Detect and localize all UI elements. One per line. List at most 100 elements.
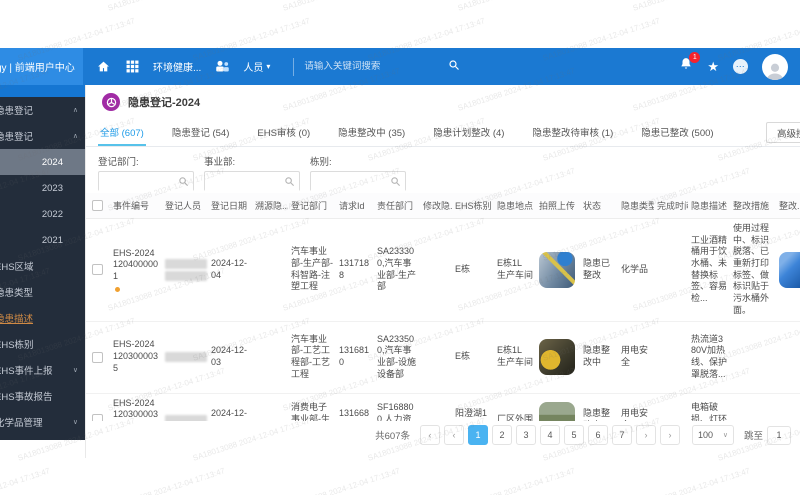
column-header-责任部门: 责任部门 bbox=[374, 193, 420, 219]
table-row[interactable]: EHS-20241204000001 2024-12-04 汽车事业部-生产部-科智… bbox=[86, 218, 800, 322]
home-icon[interactable] bbox=[95, 59, 111, 75]
status-tabs: 全部 (607) 隐患登记 (54) EHS审核 (0) 隐患整改中 (35) 隐患计划… bbox=[86, 119, 800, 147]
portal-logo: gy | 前端用户中心 bbox=[0, 48, 83, 85]
sidebar-item-label: 2021 bbox=[41, 234, 63, 246]
column-header-登记人员: 登记人员 bbox=[162, 193, 208, 219]
user-avatar[interactable] bbox=[762, 53, 788, 80]
row-checkbox[interactable] bbox=[92, 414, 103, 421]
pagination-prev-jump[interactable]: ‹ bbox=[419, 425, 440, 445]
event-number: EHS-20241203000035 bbox=[113, 339, 159, 373]
people-menu[interactable]: 人员 ▾ bbox=[243, 59, 270, 74]
sidebar-item-2021[interactable]: 2021 bbox=[0, 227, 85, 253]
sidebar-item-2022[interactable]: 2022 bbox=[0, 201, 85, 227]
hazard-photo-thumbnail[interactable] bbox=[539, 339, 575, 375]
sidebar-item-EHS事故报告[interactable]: EHS事故报告 bbox=[0, 383, 85, 409]
sidebar-item-隐患描述[interactable]: 隐患描述 bbox=[0, 305, 85, 331]
filter-label: 栋别: bbox=[310, 157, 332, 168]
cell-building: E栋 bbox=[452, 321, 494, 394]
app-name[interactable]: 环境健康... bbox=[153, 59, 201, 74]
sidebar-item-化学品管理[interactable]: 化学品管理 ∨ bbox=[0, 409, 85, 435]
cell-event_no: EHS-20241203000035 bbox=[110, 321, 162, 394]
sidebar-item-label: 隐患登记 bbox=[0, 132, 34, 143]
pagination-page-3[interactable]: 3 bbox=[515, 425, 536, 445]
cell-date: 2024-12-04 bbox=[208, 218, 252, 322]
select-all-checkbox[interactable] bbox=[92, 200, 103, 211]
tab-EHS审核 (0)[interactable]: EHS审核 (0) bbox=[255, 119, 312, 146]
row-checkbox-cell bbox=[86, 218, 110, 322]
pagination-next-jump[interactable]: › bbox=[659, 425, 680, 445]
row-checkbox-cell bbox=[86, 321, 110, 394]
column-header-溯源隐...: 溯源隐... bbox=[252, 193, 288, 219]
tab-隐患整改待审核 (1)[interactable]: 隐患整改待审核 (1) bbox=[530, 119, 615, 146]
org-people-icon[interactable] bbox=[214, 59, 230, 75]
watermark-text: SA18013088 2024-12-04 17:13:47 bbox=[631, 466, 752, 495]
advanced-search-button[interactable]: 高级搜索 bbox=[765, 122, 800, 143]
cell-location: E栋1L 生产车间 bbox=[494, 218, 536, 322]
table-row[interactable]: EHS-20241203000035 2024-12-03 汽车事业部-工艺工程部-… bbox=[86, 321, 800, 394]
column-header-登记部门: 登记部门 bbox=[288, 193, 336, 219]
tab-隐患已整改 (500)[interactable]: 隐患已整改 (500) bbox=[639, 119, 715, 146]
cell-type: 用电安全 bbox=[618, 393, 654, 421]
pagination-page-6[interactable]: 6 bbox=[587, 425, 608, 445]
sidebar-item-EHS事件上报[interactable]: EHS事件上报 ∨ bbox=[0, 357, 85, 383]
redacted-name bbox=[165, 352, 207, 362]
sidebar-item-2024[interactable]: 2024 bbox=[0, 149, 85, 175]
notifications-bell-icon[interactable]: 1 bbox=[679, 52, 701, 76]
cell-finish bbox=[654, 321, 688, 394]
cell-resp_dept: SA233500,汽车事业部-设施设备部 bbox=[374, 321, 420, 394]
tab-隐患登记 (54)[interactable]: 隐患登记 (54) bbox=[170, 119, 232, 146]
more-options-icon[interactable]: ⋯ bbox=[733, 59, 748, 74]
search-icon bbox=[285, 177, 295, 187]
tab-隐患计划整改 (4)[interactable]: 隐患计划整改 (4) bbox=[431, 119, 506, 146]
search-icon[interactable] bbox=[448, 58, 460, 76]
header-checkbox-cell bbox=[86, 193, 110, 219]
cell-desc: 工业酒精桶用于饮水桶、未替换标签、容易检... bbox=[688, 218, 730, 322]
redacted-name bbox=[165, 270, 207, 281]
pagination-prev[interactable]: ‹ bbox=[443, 425, 464, 445]
sidebar-item-label: 2022 bbox=[41, 208, 63, 220]
pagination-page-4[interactable]: 4 bbox=[539, 425, 560, 445]
search-input[interactable] bbox=[304, 61, 435, 72]
sidebar-item-EHS栋别[interactable]: EHS栋别 bbox=[0, 331, 85, 357]
cell-location: E栋1L 生产车间 bbox=[494, 321, 536, 394]
favorite-star-icon[interactable]: ★ bbox=[707, 60, 719, 73]
column-header-状态: 状态 bbox=[580, 193, 618, 219]
cell-building: 阳澄湖1F bbox=[452, 393, 494, 421]
tab-隐患整改中 (35)[interactable]: 隐患整改中 (35) bbox=[336, 119, 407, 146]
pagination-page-7[interactable]: 7 bbox=[611, 425, 632, 445]
cell-event_no: EHS-20241204000001 bbox=[110, 218, 162, 322]
hazard-photo-thumbnail[interactable] bbox=[539, 401, 575, 421]
apps-grid-icon[interactable] bbox=[124, 59, 140, 75]
cell-location: 厂区外围 bbox=[494, 393, 536, 421]
cell-measure bbox=[730, 393, 776, 421]
pagination-page-1[interactable]: 1 bbox=[467, 425, 488, 445]
sidebar-item-EHS区域[interactable]: EHS区域 bbox=[0, 253, 85, 279]
cell-measure: 使用过程中、标识脱落、已重新打印标签、做标识贴于污水桶外面。 bbox=[730, 218, 776, 322]
pagination-jump-input[interactable] bbox=[767, 425, 791, 445]
hazard-photo-thumbnail[interactable] bbox=[539, 251, 575, 288]
table-row[interactable]: EHS-20241203000033 2024-12-03 消费电子事业部-生产部1… bbox=[86, 393, 800, 421]
cell-status: 隐患整改中 bbox=[580, 393, 618, 421]
filter-bar: 登记部门: 事业部: 栋别: bbox=[86, 147, 800, 193]
filter-input-box bbox=[310, 171, 406, 191]
watermark-text: SA18013088 2024-12-04 17:13:47 bbox=[106, 466, 227, 495]
rectified-photo-thumbnail[interactable] bbox=[779, 251, 800, 288]
tab-全部 (607)[interactable]: 全部 (607) bbox=[98, 119, 146, 146]
pagination-page-5[interactable]: 5 bbox=[563, 425, 584, 445]
row-checkbox[interactable] bbox=[92, 264, 103, 276]
sidebar-item-2023[interactable]: 2023 bbox=[0, 175, 85, 201]
cell-after bbox=[776, 321, 800, 394]
column-header-完成时间: 完成时间 bbox=[654, 193, 688, 219]
pagination-page-2[interactable]: 2 bbox=[491, 425, 512, 445]
page-size-select[interactable]: 100 ∨ bbox=[691, 425, 734, 445]
row-checkbox[interactable] bbox=[92, 351, 103, 363]
watermark-text: SA18013088 2024-12-04 17:13:47 bbox=[107, 0, 227, 13]
sidebar-item-label: EHS事件上报 bbox=[0, 366, 53, 377]
sidebar-item-隐患登记[interactable]: 隐患登记 ∧ bbox=[0, 97, 85, 123]
sidebar-item-隐患类型[interactable]: 隐患类型 bbox=[0, 279, 85, 305]
filter-label: 事业部: bbox=[204, 157, 236, 168]
column-header-隐患类型: 隐患类型 bbox=[618, 193, 654, 219]
filter-group: 栋别: bbox=[310, 154, 406, 193]
sidebar-item-隐患登记[interactable]: 隐患登记 ∧ bbox=[0, 123, 85, 149]
pagination-next[interactable]: › bbox=[635, 425, 656, 445]
